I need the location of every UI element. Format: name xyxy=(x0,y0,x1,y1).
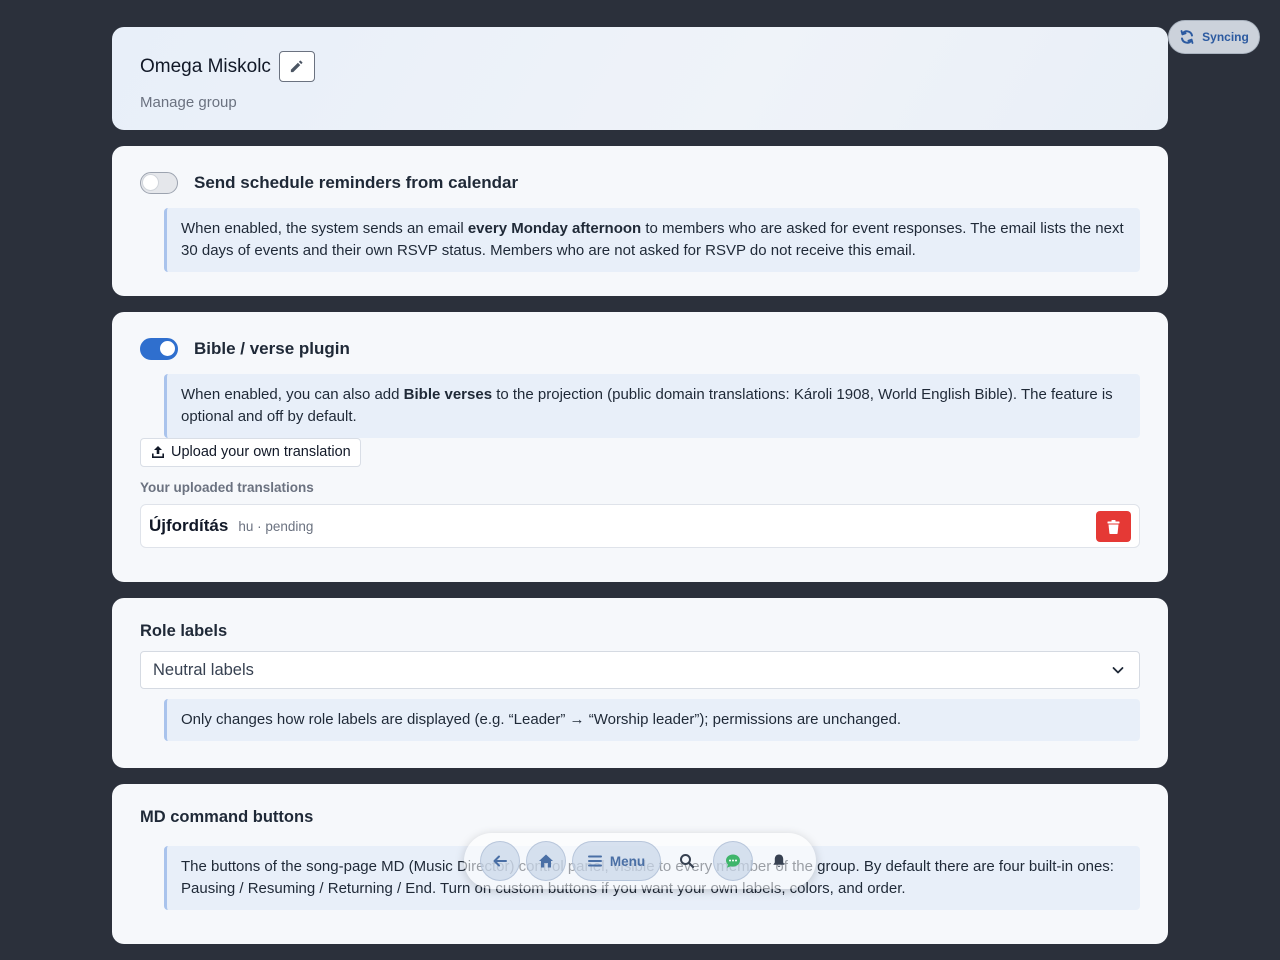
chat-icon xyxy=(726,854,740,868)
delete-translation-button[interactable] xyxy=(1096,511,1131,542)
pencil-icon xyxy=(291,60,303,73)
home-icon xyxy=(539,854,553,868)
page-subtitle: Manage group xyxy=(140,94,237,111)
schedule-reminders-info: When enabled, the system sends an email … xyxy=(164,208,1140,272)
menu-button[interactable]: Menu xyxy=(572,841,661,881)
role-labels-title: Role labels xyxy=(140,622,228,640)
arrow-left-icon xyxy=(493,855,507,867)
settings-container: Omega Miskolc Manage group Send schedule… xyxy=(112,27,1168,960)
info-text: When enabled, you can also add xyxy=(181,386,404,403)
back-button[interactable] xyxy=(480,841,520,881)
chevron-down-icon xyxy=(1112,667,1124,674)
bottom-dock: Menu xyxy=(464,833,816,889)
upload-icon xyxy=(152,446,164,458)
sync-status-badge: Syncing xyxy=(1168,20,1260,54)
home-button[interactable] xyxy=(526,841,566,881)
menu-label: Menu xyxy=(609,853,646,869)
uploaded-translations-heading: Your uploaded translations xyxy=(140,480,314,495)
md-buttons-title: MD command buttons xyxy=(140,808,314,826)
schedule-reminders-card: Send schedule reminders from calendar Wh… xyxy=(112,146,1168,296)
notifications-button[interactable] xyxy=(759,841,799,881)
group-title: Omega Miskolc xyxy=(140,55,271,77)
role-labels-select[interactable]: Neutral labels xyxy=(140,651,1140,689)
chat-button[interactable] xyxy=(713,841,753,881)
trash-icon xyxy=(1107,519,1120,534)
translation-name: Újfordítás xyxy=(149,516,229,535)
sync-status-label: Syncing xyxy=(1202,30,1249,44)
info-bold-text: Bible verses xyxy=(403,386,493,403)
upload-translation-button[interactable]: Upload your own translation xyxy=(140,438,361,467)
role-labels-info: Only changes how role labels are display… xyxy=(164,699,1140,741)
role-labels-selected-value: Neutral labels xyxy=(153,660,254,679)
search-button[interactable] xyxy=(667,841,707,881)
schedule-reminders-toggle[interactable] xyxy=(140,172,178,194)
bible-plugin-info: When enabled, you can also add Bible ver… xyxy=(164,374,1140,438)
info-bold-text: every Monday afternoon xyxy=(467,220,642,237)
group-header-card: Omega Miskolc Manage group xyxy=(112,27,1168,130)
role-labels-card: Role labels Neutral labels Only changes … xyxy=(112,598,1168,768)
search-icon xyxy=(680,854,695,869)
upload-translation-label: Upload your own translation xyxy=(171,444,351,460)
schedule-reminders-title: Send schedule reminders from calendar xyxy=(194,173,519,192)
info-text: When enabled, the system sends an email xyxy=(181,220,468,237)
bell-icon xyxy=(773,854,785,867)
bible-plugin-toggle[interactable] xyxy=(140,338,178,360)
translation-row: Újfordítás hu · pending xyxy=(140,504,1140,548)
sync-icon xyxy=(1180,30,1194,44)
bible-plugin-card: Bible / verse plugin When enabled, you c… xyxy=(112,312,1168,582)
translation-meta: hu · pending xyxy=(238,518,314,534)
edit-group-name-button[interactable] xyxy=(278,51,315,82)
hamburger-icon xyxy=(587,855,602,867)
bible-plugin-title: Bible / verse plugin xyxy=(194,339,350,358)
